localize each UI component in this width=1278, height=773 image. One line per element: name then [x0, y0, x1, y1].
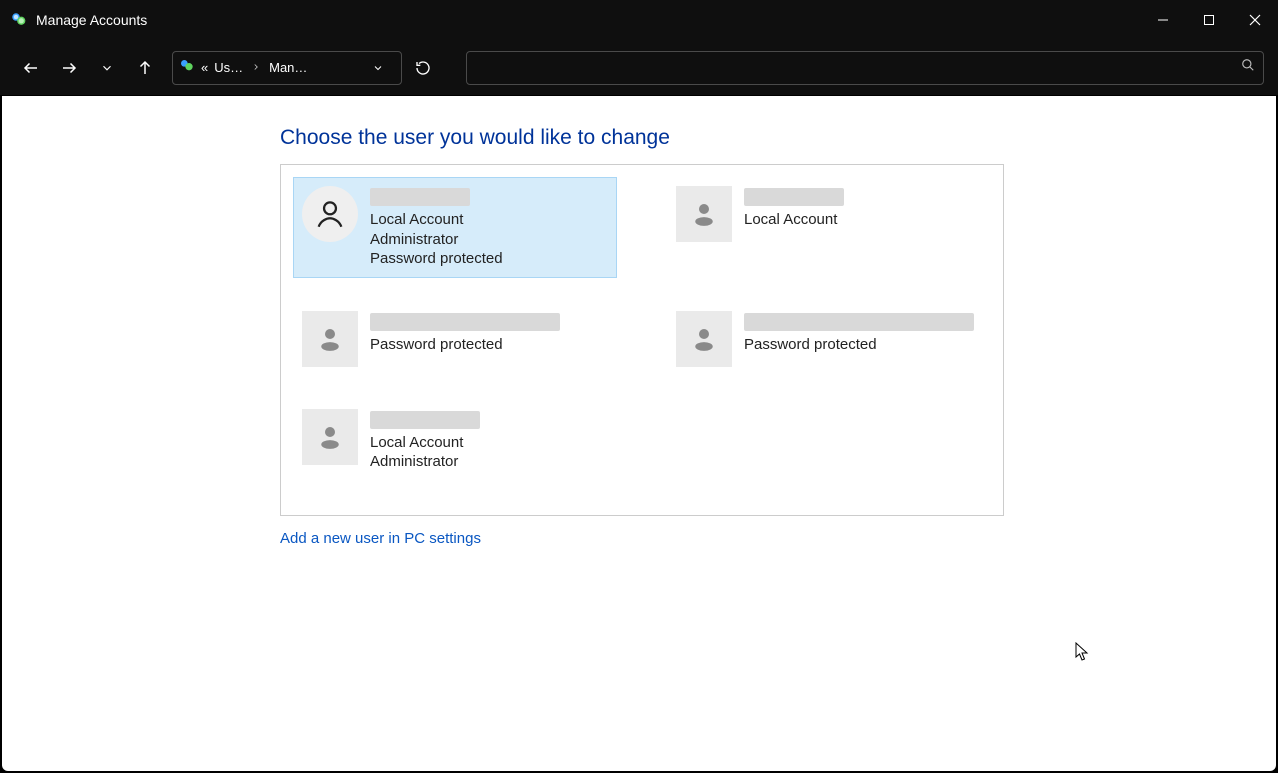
account-card[interactable]: Password protected	[293, 302, 617, 376]
back-button[interactable]	[14, 51, 48, 85]
accounts-panel: Local Account Administrator Password pro…	[280, 164, 1004, 516]
account-role: Administrator	[370, 452, 480, 472]
account-card[interactable]: Local Account	[667, 177, 991, 278]
search-box[interactable]	[466, 51, 1264, 85]
minimize-button[interactable]	[1140, 0, 1186, 40]
search-input[interactable]	[475, 60, 1241, 75]
navbar: « Us… Man…	[0, 40, 1278, 95]
redacted-name	[370, 188, 470, 206]
redacted-name	[370, 313, 560, 331]
account-password-status: Password protected	[370, 335, 560, 355]
account-role: Administrator	[370, 230, 503, 250]
address-dropdown[interactable]	[361, 62, 395, 74]
content-area: Choose the user you would like to change…	[2, 96, 1276, 771]
chevron-right-icon	[249, 60, 263, 75]
account-card[interactable]: Password protected	[667, 302, 991, 376]
address-icon	[179, 58, 195, 77]
account-card[interactable]: Local Account Administrator	[293, 400, 617, 481]
titlebar: Manage Accounts	[0, 0, 1278, 40]
window-title: Manage Accounts	[36, 12, 147, 28]
avatar	[302, 311, 358, 367]
app-icon	[10, 11, 28, 29]
breadcrumb-item[interactable]: Man…	[269, 60, 307, 75]
redacted-name	[744, 313, 974, 331]
maximize-button[interactable]	[1186, 0, 1232, 40]
forward-button[interactable]	[52, 51, 86, 85]
breadcrumb-prefix: «	[201, 60, 208, 75]
account-type: Local Account	[370, 433, 480, 453]
up-button[interactable]	[128, 51, 162, 85]
account-card[interactable]: Local Account Administrator Password pro…	[293, 177, 617, 278]
refresh-button[interactable]	[406, 60, 440, 76]
avatar	[676, 186, 732, 242]
avatar	[302, 409, 358, 465]
breadcrumb-item[interactable]: Us…	[214, 60, 243, 75]
close-button[interactable]	[1232, 0, 1278, 40]
account-password-status: Password protected	[370, 249, 503, 269]
account-password-status: Password protected	[744, 335, 974, 355]
page-heading: Choose the user you would like to change	[2, 126, 1276, 164]
search-icon	[1241, 58, 1255, 77]
avatar	[302, 186, 358, 242]
add-user-link[interactable]: Add a new user in PC settings	[280, 530, 481, 547]
account-type: Local Account	[370, 210, 503, 230]
avatar	[676, 311, 732, 367]
redacted-name	[744, 188, 844, 206]
recent-locations-button[interactable]	[90, 51, 124, 85]
address-bar[interactable]: « Us… Man…	[172, 51, 402, 85]
redacted-name	[370, 411, 480, 429]
account-type: Local Account	[744, 210, 844, 230]
